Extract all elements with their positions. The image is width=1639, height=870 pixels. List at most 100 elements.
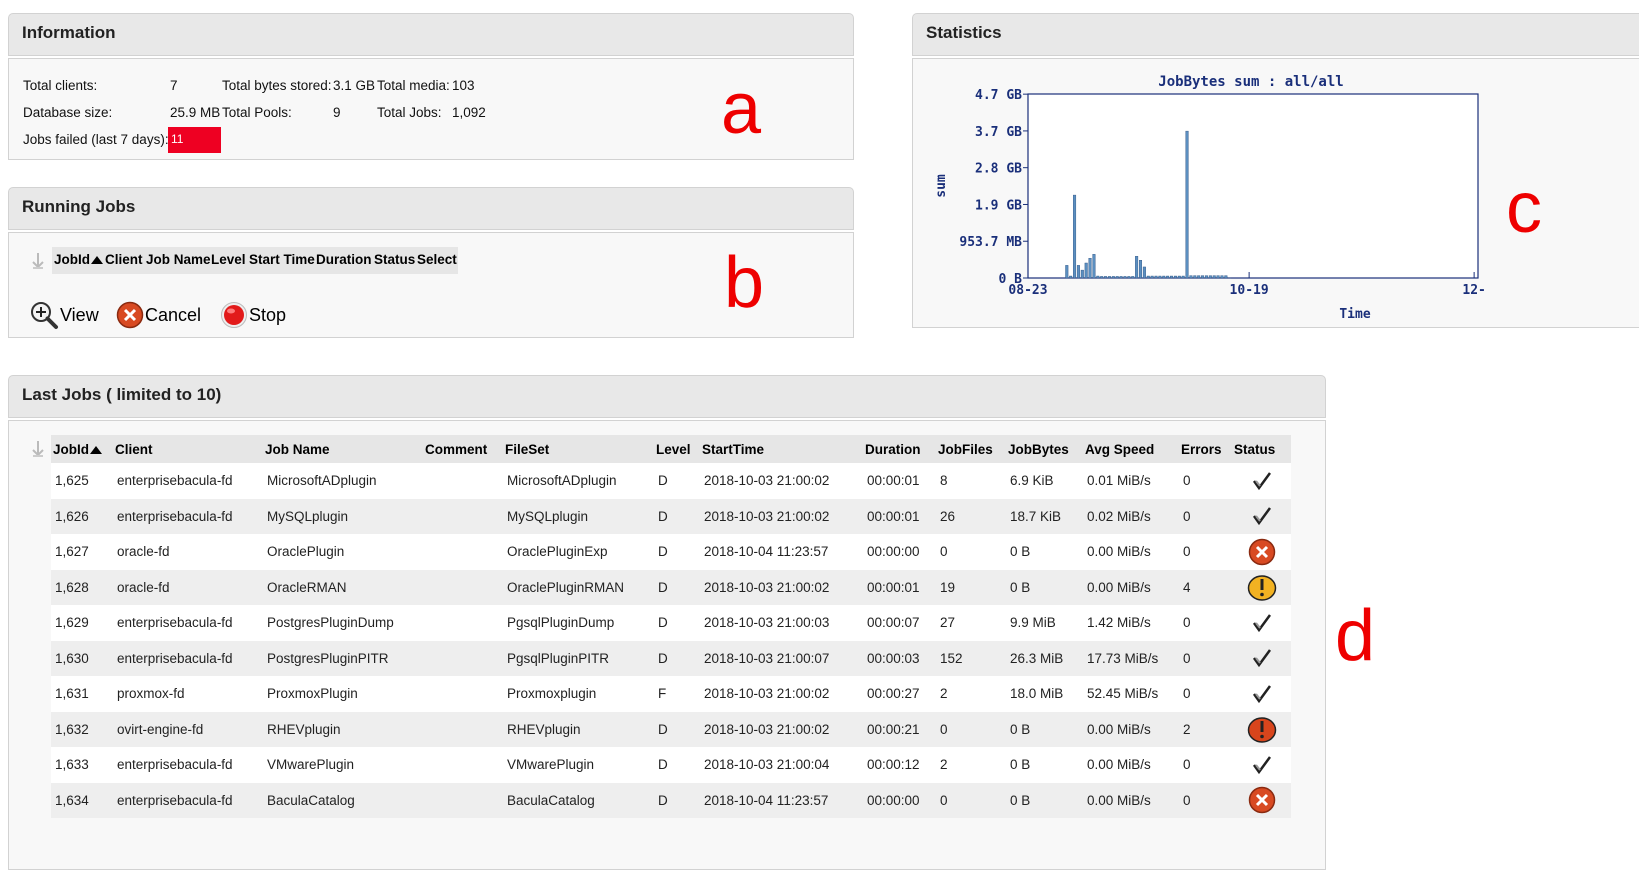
chart-bar: [1159, 276, 1162, 278]
stop-icon: [220, 301, 248, 329]
col-level[interactable]: Level: [654, 435, 700, 463]
running-jobs-title: Running Jobs: [22, 197, 135, 217]
table-row[interactable]: 1,627oracle-fdOraclePluginOraclePluginEx…: [51, 534, 1291, 570]
cell-fileset: MicrosoftADplugin: [503, 463, 654, 499]
cell-fileset: PgsqlPluginPITR: [503, 641, 654, 677]
y-tick-label: 3.7 GB: [975, 125, 1022, 140]
rj-col-jobname[interactable]: Job Name: [146, 252, 211, 267]
checkmark-icon: [1251, 683, 1273, 705]
cell-fileset: OraclePluginRMAN: [503, 570, 654, 606]
cell-start: 2018-10-03 21:00:02: [700, 676, 863, 712]
cell-status[interactable]: [1232, 570, 1291, 606]
cell-status[interactable]: [1232, 605, 1291, 641]
cell-bytes: 0 B: [1006, 570, 1083, 606]
cell-jobname: MySQLplugin: [263, 499, 423, 535]
sort-asc-icon: [90, 446, 102, 454]
col-jobbytes[interactable]: JobBytes: [1006, 435, 1083, 463]
col-jobname[interactable]: Job Name: [263, 435, 423, 463]
checkmark-icon: [1251, 647, 1273, 669]
cell-fileset: Proxmoxplugin: [503, 676, 654, 712]
table-row[interactable]: 1,634enterprisebacula-fdBaculaCatalogBac…: [51, 783, 1291, 819]
cell-status[interactable]: [1232, 747, 1291, 783]
cell-start: 2018-10-04 11:23:57: [700, 783, 863, 819]
cell-speed: 17.73 MiB/s: [1083, 641, 1179, 677]
cell-errors: 0: [1179, 676, 1232, 712]
cell-jobid: 1,632: [51, 712, 113, 748]
cancel-button[interactable]: Cancel: [116, 301, 201, 329]
cell-duration: 00:00:27: [863, 676, 936, 712]
cell-files: 0: [936, 783, 1006, 819]
jobs-failed-value[interactable]: 11: [168, 127, 221, 153]
cell-speed: 0.00 MiB/s: [1083, 570, 1179, 606]
cell-bytes: 9.9 MiB: [1006, 605, 1083, 641]
cell-status[interactable]: [1232, 463, 1291, 499]
chart-bar: [1093, 254, 1096, 278]
table-row[interactable]: 1,630enterprisebacula-fdPostgresPluginPI…: [51, 641, 1291, 677]
cell-bytes: 0 B: [1006, 534, 1083, 570]
information-header: Information: [8, 13, 854, 56]
col-jobid[interactable]: JobId: [51, 435, 113, 463]
cell-jobname: OraclePlugin: [263, 534, 423, 570]
chart-bar: [1104, 276, 1107, 278]
total-jobs-label: Total Jobs:: [377, 105, 442, 120]
chart-bar: [1112, 276, 1115, 278]
cell-bytes: 0 B: [1006, 783, 1083, 819]
chart-bar: [1131, 276, 1134, 278]
table-row[interactable]: 1,629enterprisebacula-fdPostgresPluginDu…: [51, 605, 1291, 641]
y-tick-label: 953.7 MB: [959, 235, 1022, 250]
col-avgspeed[interactable]: Avg Speed: [1083, 435, 1179, 463]
db-size-label: Database size:: [23, 105, 112, 120]
table-row[interactable]: 1,625enterprisebacula-fdMicrosoftADplugi…: [51, 463, 1291, 499]
cell-duration: 00:00:00: [863, 783, 936, 819]
rj-col-client[interactable]: Client: [105, 252, 143, 267]
cell-status[interactable]: [1232, 712, 1291, 748]
error-icon: [1248, 786, 1276, 814]
cell-status[interactable]: [1232, 641, 1291, 677]
cell-comment: [423, 570, 503, 606]
cell-comment: [423, 534, 503, 570]
cell-fileset: MySQLplugin: [503, 499, 654, 535]
view-button[interactable]: View: [29, 300, 99, 330]
cell-status[interactable]: [1232, 534, 1291, 570]
table-row[interactable]: 1,626enterprisebacula-fdMySQLpluginMySQL…: [51, 499, 1291, 535]
rj-col-duration[interactable]: Duration: [316, 252, 372, 267]
col-comment[interactable]: Comment: [423, 435, 503, 463]
rj-col-level[interactable]: Level: [211, 252, 246, 267]
chart-bar: [1194, 276, 1197, 278]
sort-handle-icon[interactable]: [27, 438, 49, 460]
chart-bar: [1089, 258, 1092, 278]
chart-bar: [1225, 276, 1228, 278]
table-row[interactable]: 1,631proxmox-fdProxmoxPluginProxmoxplugi…: [51, 676, 1291, 712]
rj-col-status[interactable]: Status: [374, 252, 415, 267]
chart-bar: [1166, 276, 1169, 278]
information-panel: Total clients: 7 Total bytes stored: 3.1…: [8, 58, 854, 160]
cell-status[interactable]: [1232, 499, 1291, 535]
table-row[interactable]: 1,633enterprisebacula-fdVMwarePluginVMwa…: [51, 747, 1291, 783]
rj-col-jobid[interactable]: JobId: [54, 252, 103, 267]
rj-col-select[interactable]: Select: [417, 252, 457, 267]
table-row[interactable]: 1,628oracle-fdOracleRMANOraclePluginRMAN…: [51, 570, 1291, 606]
col-jobfiles[interactable]: JobFiles: [936, 435, 1006, 463]
rj-col-starttime[interactable]: Start Time: [249, 252, 315, 267]
stop-button[interactable]: Stop: [220, 301, 286, 329]
col-client[interactable]: Client: [113, 435, 263, 463]
cell-status[interactable]: [1232, 783, 1291, 819]
sort-handle-icon[interactable]: [27, 250, 49, 272]
col-errors[interactable]: Errors: [1179, 435, 1232, 463]
cell-client: oracle-fd: [113, 534, 263, 570]
chart-bar: [1151, 276, 1154, 278]
table-row[interactable]: 1,632ovirt-engine-fdRHEVpluginRHEVplugin…: [51, 712, 1291, 748]
chart-bar: [1085, 263, 1088, 278]
cell-status[interactable]: [1232, 676, 1291, 712]
col-starttime[interactable]: StartTime: [700, 435, 863, 463]
cell-files: 27: [936, 605, 1006, 641]
col-fileset[interactable]: FileSet: [503, 435, 654, 463]
col-status[interactable]: Status: [1232, 435, 1291, 463]
col-duration[interactable]: Duration: [863, 435, 936, 463]
cell-jobname: PostgresPluginDump: [263, 605, 423, 641]
checkmark-icon: [1251, 754, 1273, 776]
cell-comment: [423, 712, 503, 748]
chart-bar: [1139, 260, 1142, 278]
cell-comment: [423, 463, 503, 499]
running-jobs-header-row: JobId Client Job Name Level Start Time D…: [52, 247, 458, 274]
